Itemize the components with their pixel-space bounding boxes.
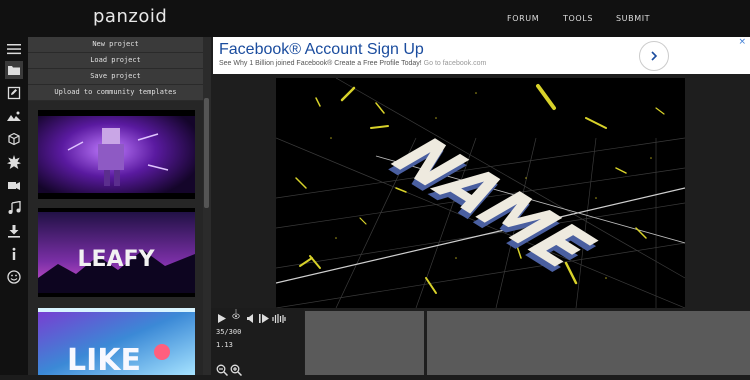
step-icon[interactable] bbox=[258, 312, 270, 324]
smiley-icon[interactable] bbox=[5, 268, 23, 286]
preview-canvas[interactable]: NAME NAME bbox=[276, 78, 685, 308]
play-icon[interactable] bbox=[217, 312, 227, 324]
nav-tools[interactable]: TOOLS bbox=[563, 14, 593, 23]
save-project-button[interactable]: Save project bbox=[28, 69, 203, 85]
ad-close-button[interactable]: × bbox=[738, 37, 746, 47]
time-readout: 1.13 bbox=[216, 341, 233, 349]
tool-sidebar bbox=[0, 37, 28, 375]
project-panel: New project Load project Save project Up… bbox=[28, 37, 211, 375]
edit-icon[interactable] bbox=[5, 84, 23, 102]
new-project-button[interactable]: New project bbox=[28, 37, 203, 53]
app-logo[interactable]: panzoid bbox=[93, 6, 167, 27]
volume-icon[interactable] bbox=[246, 312, 256, 324]
info-icon[interactable] bbox=[5, 245, 23, 263]
ad-link[interactable]: Go to facebook.com bbox=[424, 60, 487, 67]
nav-submit[interactable]: SUBMIT bbox=[616, 14, 650, 23]
ad-arrow-button[interactable] bbox=[639, 41, 669, 71]
upload-template-button[interactable]: Upload to community templates bbox=[28, 85, 203, 101]
cube-icon[interactable] bbox=[5, 130, 23, 148]
zoom-out-icon[interactable] bbox=[216, 361, 229, 377]
template-2-caption: LEAFY bbox=[77, 247, 155, 272]
frame-counter: 35/300 bbox=[216, 328, 242, 336]
burst-icon[interactable] bbox=[5, 153, 23, 171]
download-icon[interactable] bbox=[5, 222, 23, 240]
folder-icon[interactable] bbox=[5, 61, 23, 79]
ad-title[interactable]: Facebook® Account Sign Up bbox=[219, 41, 424, 59]
load-project-button[interactable]: Load project bbox=[28, 53, 203, 69]
timeline-track-2[interactable] bbox=[427, 311, 750, 375]
waveform-icon[interactable] bbox=[272, 312, 286, 324]
zoom-in-icon[interactable] bbox=[230, 361, 243, 377]
ad-subtitle-text: See Why 1 Billion joined Facebook® Creat… bbox=[219, 60, 422, 67]
top-navbar: panzoid FORUM TOOLS SUBMIT bbox=[0, 0, 750, 38]
menu-icon[interactable] bbox=[5, 40, 23, 58]
camera-icon[interactable] bbox=[5, 176, 23, 194]
template-3-caption: LIKE bbox=[67, 343, 141, 375]
music-icon[interactable] bbox=[5, 199, 23, 217]
template-thumbnail-2[interactable]: LEAFY bbox=[38, 208, 195, 297]
ad-banner[interactable]: Facebook® Account Sign Up See Why 1 Bill… bbox=[213, 37, 750, 74]
eye-icon[interactable] bbox=[229, 304, 243, 324]
template-thumbnail-3[interactable]: LIKE bbox=[38, 308, 195, 375]
ad-subtitle: See Why 1 Billion joined Facebook® Creat… bbox=[219, 60, 486, 67]
landscape-icon[interactable] bbox=[5, 107, 23, 125]
panel-scrollbar[interactable] bbox=[204, 98, 209, 208]
timeline-track-1[interactable] bbox=[305, 311, 424, 375]
template-thumbnail-1[interactable] bbox=[38, 110, 195, 199]
chevron-right-icon bbox=[651, 51, 658, 61]
nav-forum[interactable]: FORUM bbox=[507, 14, 539, 23]
